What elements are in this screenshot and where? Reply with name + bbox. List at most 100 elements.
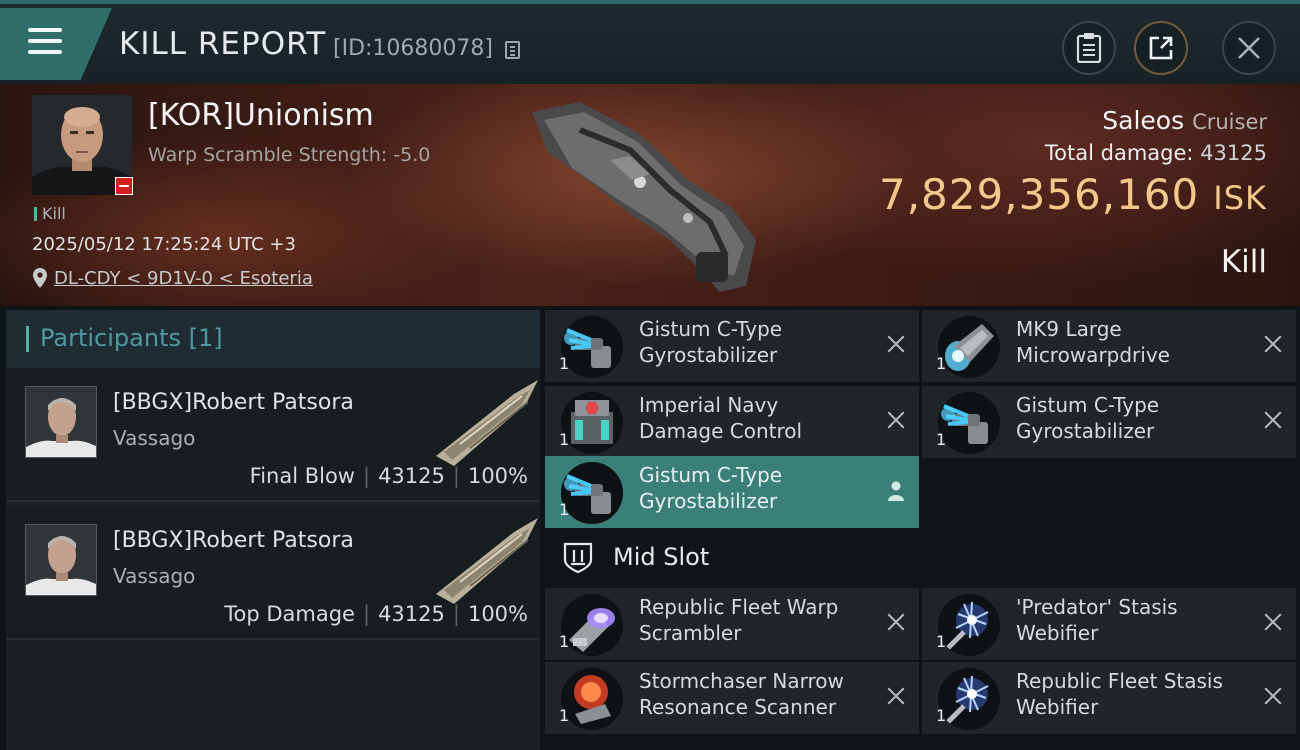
slot-quantity: 1 xyxy=(936,354,947,373)
participant-portrait[interactable] xyxy=(25,386,97,458)
slot-quantity: 1 xyxy=(559,500,570,519)
close-button[interactable] xyxy=(1222,21,1276,75)
destroyed-icon xyxy=(1262,685,1284,707)
victim-ship-image[interactable] xyxy=(520,90,770,300)
mid-slot-header: Mid Slot xyxy=(545,532,1296,584)
copy-id-icon[interactable] xyxy=(505,41,520,59)
fitting-slot[interactable]: 1 Gistum C-Type Gyrostabilizer xyxy=(545,310,919,382)
kill-tag: Kill xyxy=(34,204,66,223)
slot-quantity: 1 xyxy=(559,354,570,373)
gyrostabilizer-icon xyxy=(561,316,623,378)
module-name: MK9 Large Microwarpdrive xyxy=(1016,317,1170,367)
participant-stats: Top Damage | 43125 | 100% xyxy=(224,602,528,626)
victim-ship-name[interactable]: Saleos Cruiser xyxy=(1102,106,1267,135)
kill-datetime: 2025/05/12 17:25:24 UTC +3 xyxy=(32,234,296,255)
participants-title: Participants [1] xyxy=(40,324,223,352)
destroyed-icon xyxy=(885,333,907,355)
participant-percent: 100% xyxy=(467,602,528,626)
participant-ship-image[interactable] xyxy=(430,374,542,470)
clipboard-button[interactable] xyxy=(1062,21,1116,75)
slot-quantity: 1 xyxy=(559,430,570,449)
page-title: KILL REPORT xyxy=(119,26,327,62)
participant-damage: 43125 xyxy=(378,602,445,626)
menu-button[interactable] xyxy=(0,8,112,80)
stasis-webifier-icon xyxy=(938,668,1000,730)
total-damage-value: 43125 xyxy=(1200,141,1267,165)
share-button[interactable] xyxy=(1134,21,1188,75)
gyrostabilizer-icon xyxy=(561,462,623,524)
participant-name[interactable]: [BBGX]Robert Patsora xyxy=(113,390,354,415)
participant-name[interactable]: [BBGX]Robert Patsora xyxy=(113,528,354,553)
top-bar: KILL REPORT [ID:10680078] xyxy=(0,0,1300,84)
fitting-slot[interactable]: 1 Gistum C-Type Gyrostabilizer xyxy=(922,386,1296,458)
fitting-slot[interactable]: 1 Republic Fleet Warp Scrambler xyxy=(545,588,919,660)
module-name: 'Predator' Stasis Webifier xyxy=(1016,595,1178,645)
stasis-webifier-icon xyxy=(938,594,1000,656)
participant-ship: Vassago xyxy=(113,564,196,588)
avatar xyxy=(26,387,96,457)
slot-quantity: 1 xyxy=(559,706,570,725)
destroyed-icon xyxy=(1262,409,1284,431)
participant-ship: Vassago xyxy=(113,426,196,450)
module-name: Gistum C-Type Gyrostabilizer xyxy=(639,317,783,367)
module-name: Gistum C-Type Gyrostabilizer xyxy=(639,463,783,513)
clipboard-icon xyxy=(1076,33,1102,63)
destroyed-icon xyxy=(1262,333,1284,355)
total-damage-label: Total damage: xyxy=(1044,141,1194,165)
gyrostabilizer-icon xyxy=(938,392,1000,454)
isk-value: 7,829,356,160 ISK xyxy=(879,170,1267,219)
pilot-icon xyxy=(888,481,904,501)
participant-row[interactable]: [BBGX]Robert Patsora Vassago Top Damage |… xyxy=(6,506,540,640)
destroyed-icon xyxy=(885,685,907,707)
standing-badge xyxy=(115,177,133,195)
participants-panel: Participants [1] [BBGX]Robert Patsora Va… xyxy=(6,310,540,750)
shield-icon xyxy=(563,542,593,574)
participant-damage: 43125 xyxy=(378,464,445,488)
isk-amount: 7,829,356,160 xyxy=(878,170,1200,219)
module-name: Stormchaser Narrow Resonance Scanner xyxy=(639,669,844,719)
module-name: Republic Fleet Stasis Webifier xyxy=(1016,669,1223,719)
ship-class: Cruiser xyxy=(1192,110,1267,134)
menu-icon xyxy=(28,28,62,32)
participants-count: [1] xyxy=(188,324,223,352)
slot-quantity: 1 xyxy=(936,706,947,725)
module-name: Republic Fleet Warp Scrambler xyxy=(639,595,839,645)
participants-header: Participants [1] xyxy=(6,310,540,368)
mid-slot-label: Mid Slot xyxy=(613,543,710,571)
share-icon xyxy=(1149,36,1173,60)
close-icon xyxy=(1238,37,1260,59)
report-id: [ID:10680078] xyxy=(333,36,493,61)
location-pin-icon xyxy=(33,268,47,288)
kill-location-link[interactable]: DL-CDY < 9D1V-0 < Esoteria xyxy=(54,268,313,289)
participant-portrait[interactable] xyxy=(25,524,97,596)
fitting-slot[interactable]: 1 Gistum C-Type Gyrostabilizer xyxy=(545,456,919,528)
victim-banner: [KOR]Unionism Warp Scramble Strength: -5… xyxy=(0,84,1300,306)
participant-percent: 100% xyxy=(467,464,528,488)
module-name: Imperial Navy Damage Control xyxy=(639,393,803,443)
warp-scramble-strength: Warp Scramble Strength: -5.0 xyxy=(148,144,431,166)
damage-control-icon xyxy=(561,392,623,454)
fitting-slot[interactable]: 1 Imperial Navy Damage Control xyxy=(545,386,919,458)
slot-quantity: 1 xyxy=(936,430,947,449)
participant-row[interactable]: [BBGX]Robert Patsora Vassago Final Blow |… xyxy=(6,368,540,502)
slot-quantity: 1 xyxy=(936,632,947,651)
report-result: Kill xyxy=(1220,244,1267,280)
slot-quantity: 1 xyxy=(559,632,570,651)
participant-role: Top Damage xyxy=(224,602,355,626)
participant-role: Final Blow xyxy=(249,464,355,488)
avatar xyxy=(26,525,96,595)
fitting-slot[interactable]: 1 Republic Fleet Stasis Webifier xyxy=(922,662,1296,734)
fitting-slot[interactable]: 1 Stormchaser Narrow Resonance Scanner xyxy=(545,662,919,734)
microwarpdrive-icon xyxy=(938,316,1000,378)
participant-stats: Final Blow | 43125 | 100% xyxy=(249,464,528,488)
destroyed-icon xyxy=(885,409,907,431)
participant-ship-image[interactable] xyxy=(430,512,542,608)
victim-name[interactable]: [KOR]Unionism xyxy=(148,98,374,133)
fitting-slot[interactable]: 1 'Predator' Stasis Webifier xyxy=(922,588,1296,660)
destroyed-icon xyxy=(885,611,907,633)
total-damage: Total damage: 43125 xyxy=(1045,141,1267,165)
fitting-slot[interactable]: 1 MK9 Large Microwarpdrive xyxy=(922,310,1296,382)
isk-unit: ISK xyxy=(1213,179,1267,217)
destroyed-icon xyxy=(1262,611,1284,633)
resonance-scanner-icon xyxy=(561,668,623,730)
